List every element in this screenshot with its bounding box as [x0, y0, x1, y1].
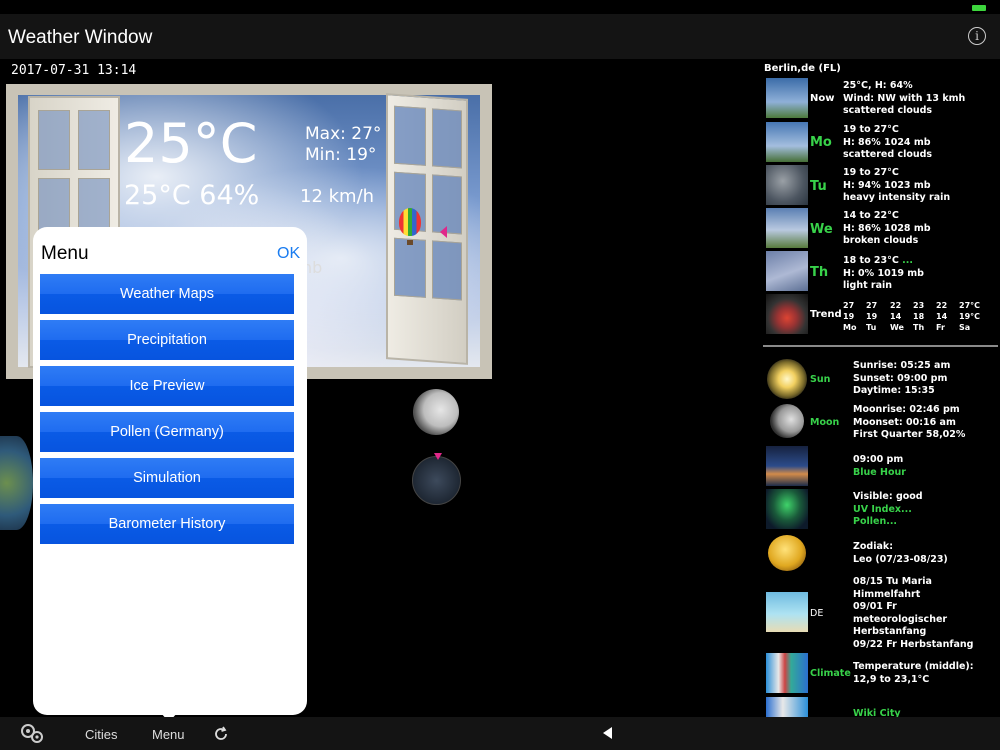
tuesday-forecast-text: 19 to 27°C H: 94% 1023 mb heavy intensity …: [843, 167, 951, 203]
precipitation-button[interactable]: Precipitation: [40, 320, 294, 360]
now-label: Now: [810, 93, 835, 104]
barometer-history-button[interactable]: Barometer History: [40, 504, 294, 544]
app-title: Weather Window: [8, 27, 153, 48]
weather-maps-button[interactable]: Weather Maps: [40, 274, 294, 314]
moon-phase-icon[interactable]: [413, 389, 459, 435]
pollen-link[interactable]: Pollen...: [853, 516, 923, 529]
wednesday-weather-thumbnail[interactable]: [766, 208, 808, 248]
right-window-sash: [386, 93, 468, 365]
ice-preview-button[interactable]: Ice Preview: [40, 366, 294, 406]
earth-globe-icon[interactable]: [0, 436, 33, 530]
trend-column: 22 14 Fr: [936, 301, 948, 332]
trend-column: 23 18 Th: [913, 301, 925, 332]
hot-air-balloon-icon: [399, 208, 421, 236]
holiday-info: 08/15 Tu Maria Himmelfahrt 09/01 Fr meteoro…: [853, 576, 974, 650]
bottom-toolbar: [0, 717, 1000, 750]
uv-index-link[interactable]: UV Index...: [853, 504, 923, 517]
min-temperature: Min: 19°: [305, 145, 377, 165]
moon-info: Moonrise: 02:46 pm Moonset: 00:16 am First…: [853, 404, 966, 440]
max-temperature: Max: 27°: [305, 124, 382, 144]
balloon-basket: [407, 240, 413, 245]
moon-icon[interactable]: [770, 404, 804, 438]
zodiac-info: Zodiak: Leo (07/23-08/23): [853, 541, 948, 565]
menu-ok-button[interactable]: OK: [277, 245, 300, 263]
climate-thumbnail[interactable]: [766, 653, 808, 693]
trend-thermometer-thumbnail[interactable]: [766, 294, 808, 334]
compass-icon[interactable]: [412, 456, 461, 505]
sun-info: Sunrise: 05:25 am Sunset: 09:00 pm Daytime…: [853, 360, 951, 396]
aurora-thumbnail[interactable]: [766, 489, 808, 529]
moon-label: Moon: [810, 417, 840, 428]
refresh-icon[interactable]: [212, 725, 230, 743]
wednesday-forecast-text: 14 to 22°C H: 86% 1028 mb broken clouds: [843, 210, 931, 246]
wind-direction-marker-icon: [440, 226, 447, 238]
wednesday-label: We: [810, 222, 833, 237]
max-min-temperature: Max: 27° Min: 19°: [305, 124, 381, 166]
menu-title: Menu: [41, 243, 89, 264]
wiki-city-thumbnail[interactable]: [766, 697, 808, 717]
back-arrow-icon[interactable]: [603, 727, 612, 739]
city-name[interactable]: Berlin,de (FL): [764, 63, 841, 74]
menu-button[interactable]: Menu: [152, 727, 185, 742]
thursday-weather-thumbnail[interactable]: [766, 251, 808, 291]
blue-hour-thumbnail[interactable]: [766, 446, 808, 486]
compass-needle-icon: [434, 453, 442, 460]
section-divider: [763, 345, 998, 347]
blue-hour-info: 09:00 pm Blue Hour: [853, 454, 906, 480]
monday-forecast-text: 19 to 27°C H: 86% 1024 mb scattered clouds: [843, 124, 933, 160]
tuesday-weather-thumbnail[interactable]: [766, 165, 808, 205]
holiday-country-label: DE: [810, 608, 824, 619]
holiday-beach-thumbnail[interactable]: [766, 592, 808, 632]
wind-speed: 12 km/h: [300, 186, 375, 207]
pollen-germany-button[interactable]: Pollen (Germany): [40, 412, 294, 452]
trend-label: Trend: [810, 309, 842, 320]
blue-hour-link[interactable]: Blue Hour: [853, 467, 906, 480]
aurora-info: Visible: good UV Index... Pollen...: [853, 491, 923, 529]
trend-column: 27 19 Mo: [843, 301, 857, 332]
battery-icon: [972, 5, 986, 11]
cities-button[interactable]: Cities: [85, 727, 118, 742]
now-weather-thumbnail[interactable]: [766, 78, 808, 118]
trend-column: 27°C 19°C Sa: [959, 301, 981, 332]
status-bar: [0, 0, 1000, 14]
monday-weather-thumbnail[interactable]: [766, 122, 808, 162]
gears-svg: [21, 724, 43, 743]
refresh-svg: [215, 726, 227, 740]
sun-icon[interactable]: [767, 359, 807, 399]
now-forecast-text: 25°C, H: 64% Wind: NW with 13 kmh scattere…: [843, 80, 966, 116]
tuesday-label: Tu: [810, 179, 827, 194]
current-temperature: 25°C: [124, 112, 258, 175]
climate-label: Climate: [810, 668, 851, 679]
settings-gears-icon[interactable]: [18, 722, 46, 744]
thursday-label: Th: [810, 265, 829, 280]
zodiac-leo-icon[interactable]: [768, 535, 806, 571]
trend-column: 27 19 Tu: [866, 301, 878, 332]
thursday-forecast-text: 18 to 23°C ... H: 0% 1019 mb light rain: [843, 255, 924, 291]
datetime: 2017-07-31 13:14: [11, 63, 137, 78]
more-link[interactable]: ...: [899, 255, 913, 266]
climate-info: Temperature (middle): 12,9 to 23,1°C: [853, 661, 974, 685]
simulation-button[interactable]: Simulation: [40, 458, 294, 498]
info-icon[interactable]: i: [968, 27, 986, 45]
trend-column: 22 14 We: [890, 301, 904, 332]
monday-label: Mo: [810, 135, 832, 150]
sun-label: Sun: [810, 374, 831, 385]
temperature-humidity: 25°C 64%: [124, 180, 260, 211]
